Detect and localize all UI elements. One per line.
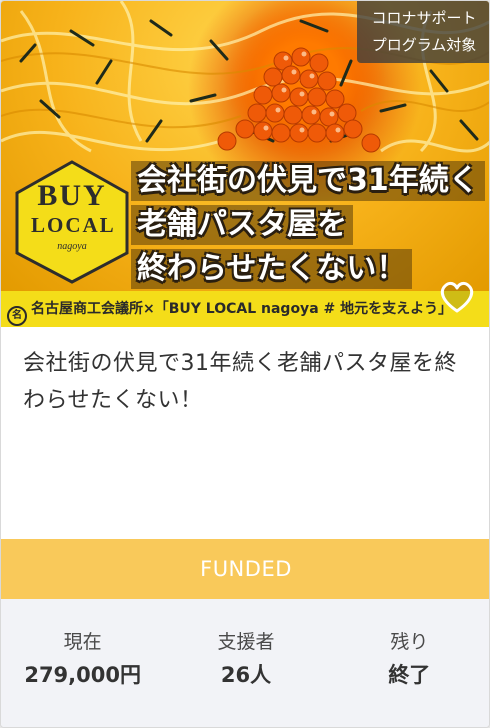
project-card[interactable]: コロナサポート プログラム対象 BUY LOCAL nagoya 会社街の伏見で… [0,0,490,728]
project-stats: 現在 279,000円 支援者 26人 残り 終了 [1,599,489,727]
stat-value: 26人 [220,663,272,687]
stat-label: 残り [390,631,429,653]
banner-headline-line2: 老舗パスタ屋を [131,205,353,245]
stat-label: 現在 [63,631,102,653]
heart-outline-icon [440,281,474,313]
corona-support-badge-line1: コロナサポート [371,9,477,27]
logo-text-local: LOCAL [31,213,116,237]
corona-support-badge-line2: プログラム対象 [371,36,477,54]
stat-value: 終了 [388,663,431,687]
banner-headline-line1: 会社街の伏見で31年続く [131,161,485,201]
stat-remaining: 残り 終了 [328,599,489,727]
project-thumbnail[interactable]: コロナサポート プログラム対象 BUY LOCAL nagoya 会社街の伏見で… [1,1,489,327]
partner-strip: 名名古屋商工会議所×「BUY LOCAL nagoya # 地元を支えよう」 [1,291,489,327]
corona-support-badge: コロナサポート プログラム対象 [357,1,489,63]
logo-text-nagoya: nagoya [57,241,87,252]
chamber-mark-icon: 名 [7,306,27,326]
stat-supporters: 支援者 26人 [164,599,327,727]
funded-status-band: FUNDED [1,539,489,599]
banner-headline-line3: 終わらせたくない！ [131,249,413,289]
partner-strip-text: 名古屋商工会議所×「BUY LOCAL nagoya # 地元を支えよう」 [31,301,453,317]
stat-current-amount: 現在 279,000円 [1,599,164,727]
favorite-button[interactable] [437,277,477,317]
stat-value: 279,000円 [24,663,141,687]
project-title[interactable]: 会社街の伏見で31年続く老舗パスタ屋を終わらせたくない！ [23,345,469,419]
logo-text-buy: BUY [37,179,107,212]
stat-label: 支援者 [217,631,275,653]
